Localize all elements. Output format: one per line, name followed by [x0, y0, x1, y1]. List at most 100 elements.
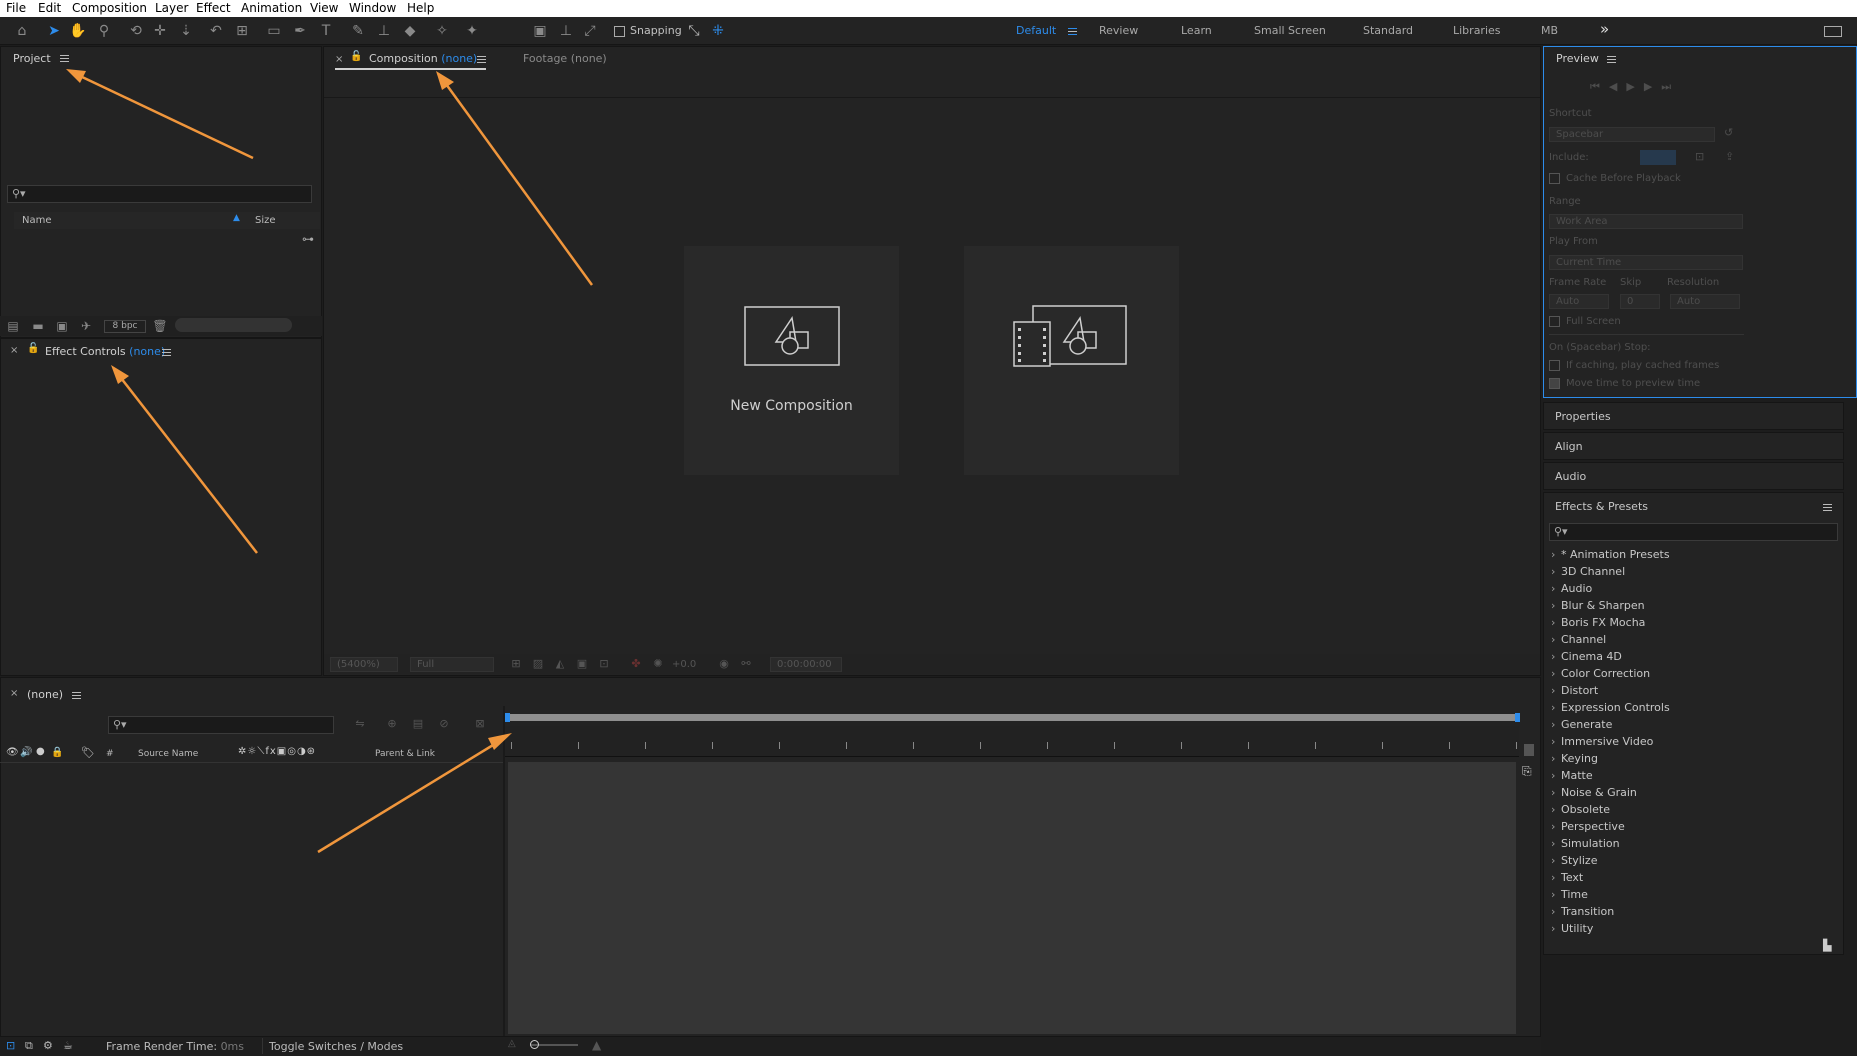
lock-icon[interactable]: 🔒	[51, 747, 63, 758]
effects-category-item[interactable]: › Obsolete	[1551, 803, 1610, 816]
in-out-pane-icon[interactable]: ⚙	[43, 1039, 53, 1052]
world-axis-icon[interactable]: ⤢	[580, 21, 600, 41]
chevron-right-icon[interactable]: ›	[1551, 582, 1561, 595]
clone-stamp-tool-icon[interactable]: ⊥	[374, 21, 394, 41]
orbit-tool-icon[interactable]: ⟲	[126, 21, 146, 41]
current-time-display[interactable]: 0:00:00:00	[770, 657, 842, 672]
dolly-tool-icon[interactable]: ⇣	[176, 21, 196, 41]
frame-blending-icon[interactable]: ⊘	[434, 714, 454, 734]
effects-category-item[interactable]: › Color Correction	[1551, 667, 1650, 680]
layer-switches-icons[interactable]: ✲☼⟍fx▣◎◑⊛	[238, 746, 316, 757]
preview-menu-icon[interactable]	[1607, 56, 1616, 63]
timeline-scrollbar-thumb[interactable]	[1524, 744, 1534, 756]
comp-button-icon[interactable]: ⎘	[1522, 764, 1532, 779]
workspace-review[interactable]: Review	[1099, 24, 1138, 37]
menu-window[interactable]: Window	[349, 1, 396, 15]
effects-presets-title[interactable]: Effects & Presets	[1555, 500, 1648, 513]
column-parent-link[interactable]: Parent & Link	[375, 749, 435, 759]
tab-composition[interactable]: Composition (none)	[369, 52, 477, 65]
zoom-out-icon[interactable]: ◬	[508, 1038, 516, 1049]
local-axis-icon[interactable]: ⊥	[556, 21, 576, 41]
effects-category-item[interactable]: › * Animation Presets	[1551, 548, 1670, 561]
workspace-learn[interactable]: Learn	[1181, 24, 1212, 37]
zoom-slider-handle[interactable]	[530, 1040, 539, 1049]
more-workspaces-icon[interactable]: »	[1600, 20, 1609, 38]
hide-shy-layers-icon[interactable]: ▤	[408, 714, 428, 734]
workspace-mb[interactable]: MB	[1541, 24, 1558, 37]
workspace-small-screen[interactable]: Small Screen	[1254, 24, 1326, 37]
align-tool-icon[interactable]: ▣	[530, 21, 550, 41]
time-ruler[interactable]	[505, 726, 1519, 757]
resolution-dropdown[interactable]: Auto	[1670, 294, 1740, 309]
audio-icon[interactable]: 🔊	[20, 747, 32, 758]
effects-search-input[interactable]: ⚲▾	[1549, 523, 1838, 541]
audio-panel[interactable]	[1543, 462, 1844, 490]
menu-view[interactable]: View	[310, 1, 338, 15]
effects-category-item[interactable]: › Distort	[1551, 684, 1598, 697]
effects-category-item[interactable]: › Utility	[1551, 922, 1593, 935]
workspace-libraries[interactable]: Libraries	[1453, 24, 1501, 37]
delete-icon[interactable]: 🗑	[150, 316, 170, 336]
chevron-right-icon[interactable]: ›	[1551, 786, 1561, 799]
workspace-default[interactable]: Default	[1016, 24, 1056, 37]
close-icon[interactable]: ×	[10, 345, 18, 356]
workspace-standard[interactable]: Standard	[1363, 24, 1413, 37]
effects-category-item[interactable]: › Expression Controls	[1551, 701, 1670, 714]
exposure-value[interactable]: +0.0	[672, 659, 696, 670]
effects-category-item[interactable]: › Cinema 4D	[1551, 650, 1622, 663]
effects-category-item[interactable]: › Keying	[1551, 752, 1598, 765]
audio-panel-title[interactable]: Audio	[1555, 470, 1586, 483]
composition-mini-flowchart-icon[interactable]: ⇋	[350, 714, 370, 734]
zoom-in-icon[interactable]: ▲	[592, 1038, 601, 1052]
effects-category-item[interactable]: › Noise & Grain	[1551, 786, 1637, 799]
exposure-icon[interactable]: ✺	[648, 654, 668, 674]
if-caching-checkbox[interactable]	[1549, 360, 1560, 371]
solo-icon[interactable]: ●	[36, 746, 45, 757]
chevron-right-icon[interactable]: ›	[1551, 650, 1561, 663]
puppet-tool-icon[interactable]: ✦	[462, 21, 482, 41]
anchor-tool-icon[interactable]: ⊞	[232, 21, 252, 41]
chevron-right-icon[interactable]: ›	[1551, 837, 1561, 850]
chevron-right-icon[interactable]: ›	[1551, 888, 1561, 901]
video-visibility-icon[interactable]: 👁	[6, 747, 19, 758]
tab-timeline[interactable]: (none)	[27, 688, 63, 701]
region-of-interest-icon[interactable]: ▣	[572, 654, 592, 674]
properties-panel-title[interactable]: Properties	[1555, 410, 1611, 423]
menu-layer[interactable]: Layer	[155, 1, 188, 15]
effects-category-item[interactable]: › Simulation	[1551, 837, 1620, 850]
draft-3d-icon[interactable]: ⊕	[382, 714, 402, 734]
effects-category-item[interactable]: › Immersive Video	[1551, 735, 1653, 748]
graph-editor-icon[interactable]: ⊠	[470, 714, 490, 734]
rotate-tool-icon[interactable]: ↶	[206, 21, 226, 41]
menu-help[interactable]: Help	[407, 1, 434, 15]
project-menu-icon[interactable]	[60, 55, 69, 62]
workspace-menu-icon[interactable]	[1068, 28, 1077, 35]
chevron-right-icon[interactable]: ›	[1551, 633, 1561, 646]
channel-rgb-icon[interactable]: ✤	[626, 654, 646, 674]
work-area-start-handle[interactable]	[505, 713, 510, 722]
resolution-dropdown[interactable]: Full	[410, 657, 494, 672]
include-video-audio-toggle[interactable]	[1640, 150, 1676, 165]
project-panel-title[interactable]: Project	[13, 52, 51, 65]
playback-controls-icons[interactable]: ⏮◀▶▶⏭	[1590, 80, 1680, 94]
column-size[interactable]: Size	[255, 215, 276, 226]
chevron-right-icon[interactable]: ›	[1551, 684, 1561, 697]
frame-rate-dropdown[interactable]: Auto	[1549, 294, 1609, 309]
effects-category-item[interactable]: › Time	[1551, 888, 1588, 901]
work-area-end-handle[interactable]	[1515, 713, 1520, 722]
chevron-right-icon[interactable]: ›	[1551, 548, 1561, 561]
adjust-proxy-icon[interactable]: ✈	[76, 316, 96, 336]
zoom-tool-icon[interactable]: ⚲	[94, 21, 114, 41]
chevron-right-icon[interactable]: ›	[1551, 820, 1561, 833]
reset-icon[interactable]: ↺	[1724, 126, 1733, 139]
new-preset-icon[interactable]: ▙	[1823, 939, 1831, 952]
chevron-right-icon[interactable]: ›	[1551, 667, 1561, 680]
preview-panel-title[interactable]: Preview	[1556, 52, 1599, 65]
include-layer-controls-icon[interactable]: ⇪	[1725, 150, 1734, 163]
effect-controls-title[interactable]: Effect Controls (none)	[45, 345, 165, 358]
column-name[interactable]: Name	[22, 215, 52, 226]
render-time-pane-icon[interactable]: ☕	[63, 1039, 73, 1052]
align-panel[interactable]	[1543, 432, 1844, 460]
home-icon[interactable]: ⌂	[12, 21, 32, 41]
include-overlays-icon[interactable]: ⊡	[1695, 150, 1704, 163]
